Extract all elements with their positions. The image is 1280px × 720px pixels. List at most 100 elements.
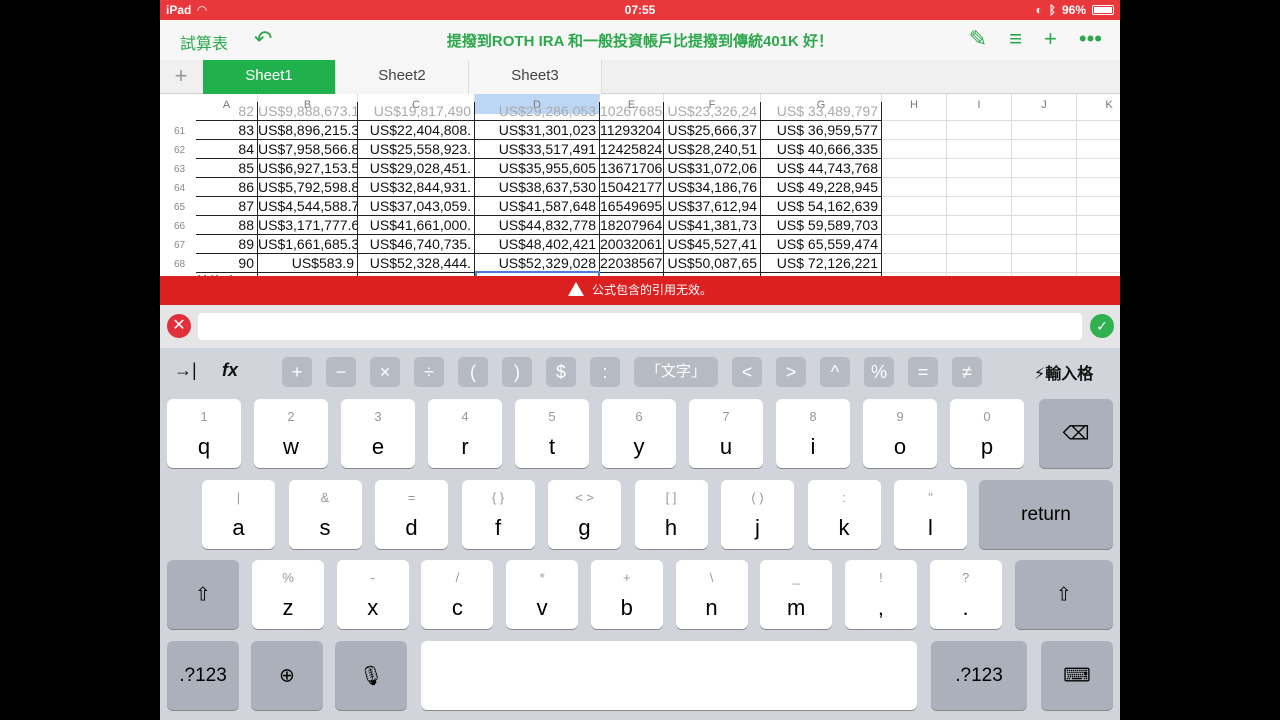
operator-key[interactable]: $ xyxy=(546,357,576,387)
return-key[interactable]: return xyxy=(979,480,1113,549)
tab-sheet1[interactable]: Sheet1 xyxy=(203,60,336,94)
cell-d[interactable]: US$35,955,605 xyxy=(475,159,600,178)
cell-c[interactable]: US$19,817,490 xyxy=(358,102,475,121)
undo-icon[interactable]: ↶ xyxy=(254,26,272,52)
cancel-formula-button[interactable]: ✕ xyxy=(167,314,191,338)
cell-f[interactable]: US$34,186,76 xyxy=(664,178,761,197)
key-i[interactable]: 8i xyxy=(776,399,850,468)
row-number[interactable]: 67 xyxy=(160,236,196,255)
operator-key[interactable]: : xyxy=(590,357,620,387)
key-symbol[interactable]: !, xyxy=(844,560,917,629)
cell-c[interactable]: US$25,558,923. xyxy=(358,140,475,159)
key-h[interactable]: [ ] h xyxy=(634,480,708,549)
format-brush-icon[interactable]: ✎ xyxy=(969,26,987,52)
numbers-key-left[interactable]: .?123 xyxy=(167,641,239,710)
cell-e[interactable]: 20032061 xyxy=(600,235,664,254)
more-icon[interactable]: ••• xyxy=(1079,26,1102,52)
cell-g[interactable]: US$ 54,162,639 xyxy=(761,197,882,216)
operator-key[interactable]: < xyxy=(732,357,762,387)
function-key[interactable]: fx xyxy=(222,360,238,381)
cell-f[interactable]: US$50,087,65 xyxy=(664,254,761,273)
operator-key[interactable]: ≠ xyxy=(952,357,982,387)
cell-d[interactable]: US$48,402,421 xyxy=(475,235,600,254)
cell-i[interactable] xyxy=(947,178,1012,197)
key-u[interactable]: 7u xyxy=(689,399,763,468)
key-d[interactable]: = d xyxy=(375,480,448,549)
cell-k[interactable] xyxy=(1077,216,1120,235)
cell-a[interactable]: 89 xyxy=(196,235,258,254)
cell-g[interactable]: US$ 59,589,703 xyxy=(761,216,882,235)
cell-j[interactable] xyxy=(1012,216,1077,235)
cell-j[interactable] xyxy=(1012,235,1077,254)
cell-c[interactable]: US$37,043,059. xyxy=(358,197,475,216)
cell-b[interactable]: US$6,927,153.5 xyxy=(258,159,358,178)
cell-d[interactable]: US$44,832,778 xyxy=(475,216,600,235)
cell-j[interactable] xyxy=(1012,254,1077,273)
row-number[interactable]: 68 xyxy=(160,255,196,274)
cell-k[interactable] xyxy=(1077,121,1120,140)
cell-e[interactable]: 22038567 xyxy=(600,254,664,273)
key-symbol[interactable]: * v xyxy=(506,560,579,629)
key-symbol[interactable]: % z xyxy=(252,560,324,629)
cell-b[interactable]: US$7,958,566.8 xyxy=(258,140,358,159)
add-sheet-button[interactable]: + xyxy=(160,60,202,94)
cell-c[interactable]: US$32,844,931. xyxy=(358,178,475,197)
cell-i[interactable] xyxy=(947,197,1012,216)
cell-b[interactable]: US$9,888,673.1 xyxy=(258,102,358,121)
key-symbol[interactable]: ?. xyxy=(929,560,1002,629)
cell-c[interactable]: US$46,740,735. xyxy=(358,235,475,254)
key-l[interactable]: " l xyxy=(894,480,967,549)
cell-a[interactable]: 87 xyxy=(196,197,258,216)
cell-d[interactable]: US$31,301,023 xyxy=(475,121,600,140)
operator-key[interactable]: ) xyxy=(502,357,532,387)
cell-c[interactable]: US$52,328,444. xyxy=(358,254,475,273)
cell-h[interactable] xyxy=(882,102,947,121)
cell-h[interactable] xyxy=(882,121,947,140)
cell-e[interactable]: 16549695 xyxy=(600,197,664,216)
operator-key[interactable]: 「文字」 xyxy=(634,357,718,387)
cell-k[interactable] xyxy=(1077,235,1120,254)
cell-e[interactable]: 12425824 xyxy=(600,140,664,159)
row-number[interactable]: 62 xyxy=(160,141,196,160)
key-symbol[interactable]: + b xyxy=(590,560,663,629)
cell-i[interactable] xyxy=(947,121,1012,140)
cell-i[interactable] xyxy=(947,140,1012,159)
tab-key-icon[interactable]: →| xyxy=(174,360,197,381)
cell-g[interactable]: US$ 72,126,221 xyxy=(761,254,882,273)
backspace-key[interactable]: ⌫ xyxy=(1039,399,1113,468)
cell-a[interactable]: 85 xyxy=(196,159,258,178)
space-key[interactable] xyxy=(421,641,917,710)
cell-h[interactable] xyxy=(882,235,947,254)
key-y[interactable]: 6y xyxy=(602,399,676,468)
row-number[interactable]: 61 xyxy=(160,122,196,141)
cell-d[interactable]: US$38,637,530 xyxy=(475,178,600,197)
cell-g[interactable]: US$ 49,228,945 xyxy=(761,178,882,197)
cell-a[interactable]: 83 xyxy=(196,121,258,140)
cell-k[interactable] xyxy=(1077,197,1120,216)
cell-k[interactable] xyxy=(1077,102,1120,121)
spreadsheet-grid[interactable]: ABCDEFGHIJK 61 62 63 64 65 66 67 68 82 US$9,888,… xyxy=(160,94,1120,276)
operator-key[interactable]: + xyxy=(282,357,312,387)
cell-a[interactable]: 86 xyxy=(196,178,258,197)
cell-j[interactable] xyxy=(1012,178,1077,197)
add-icon[interactable]: + xyxy=(1044,26,1057,52)
cell-j[interactable] xyxy=(1012,159,1077,178)
key-a[interactable]: | a xyxy=(202,480,275,549)
cell-c[interactable]: US$41,661,000. xyxy=(358,216,475,235)
cell-f[interactable]: US$37,612,94 xyxy=(664,197,761,216)
tab-sheet2[interactable]: Sheet2 xyxy=(336,60,469,94)
cell-h[interactable] xyxy=(882,159,947,178)
numbers-key-right[interactable]: .?123 xyxy=(931,641,1027,710)
back-to-spreadsheets-button[interactable]: 試算表 xyxy=(180,30,228,54)
hide-keyboard-icon[interactable]: ⌨ xyxy=(1041,641,1113,710)
cell-h[interactable] xyxy=(882,216,947,235)
cell-f[interactable]: US$31,072,06 xyxy=(664,159,761,178)
key-o[interactable]: 9o xyxy=(863,399,937,468)
globe-icon[interactable]: ⊕ xyxy=(251,641,323,710)
row-number[interactable]: 66 xyxy=(160,217,196,236)
cell-d[interactable]: US$41,587,648 xyxy=(475,197,600,216)
operator-key[interactable]: % xyxy=(864,357,894,387)
key-symbol[interactable]: / c xyxy=(421,560,494,629)
cell-f[interactable]: US$28,240,51 xyxy=(664,140,761,159)
cell-d[interactable]: US$29,286,053 xyxy=(475,102,600,121)
